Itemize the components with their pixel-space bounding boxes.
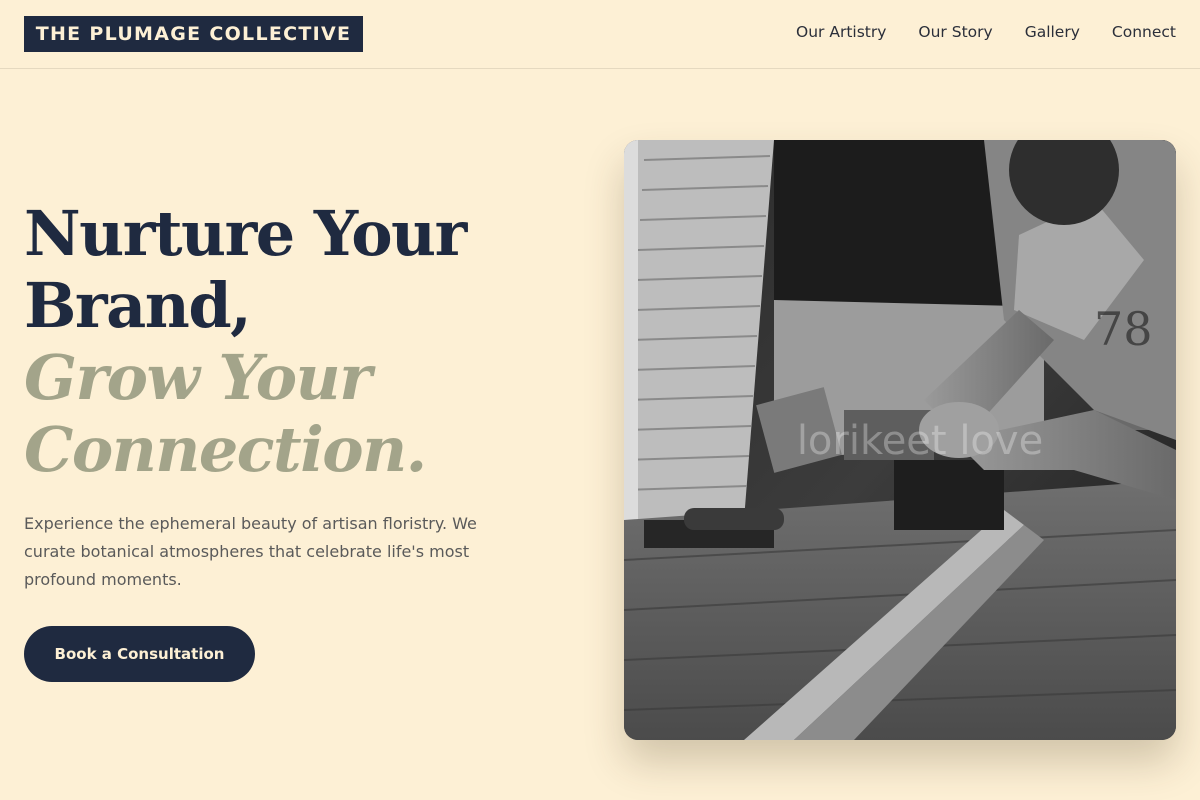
site-header: THE PLUMAGE COLLECTIVE Our Artistry Our … [0, 0, 1200, 69]
headline-line-3: Grow Your [24, 341, 372, 414]
brand-logo[interactable]: THE PLUMAGE COLLECTIVE [24, 16, 363, 52]
main-nav: Our Artistry Our Story Gallery Connect [796, 21, 1176, 43]
headline-line-4: Connection. [24, 413, 427, 486]
nav-link-connect[interactable]: Connect [1112, 21, 1176, 43]
headline-line-2: Brand, [24, 269, 252, 342]
nav-link-gallery[interactable]: Gallery [1025, 21, 1080, 43]
nav-link-our-story[interactable]: Our Story [918, 21, 992, 43]
svg-text:78: 78 [1094, 302, 1153, 356]
hero-headline: Nurture Your Brand, Grow Your Connection… [24, 198, 584, 486]
book-consultation-button[interactable]: Book a Consultation [24, 626, 255, 682]
image-watermark: lorikeet love [796, 418, 1044, 464]
headline-line-1: Nurture Your [24, 197, 467, 270]
hero-image: 78 lorikeet love [624, 140, 1176, 740]
nav-link-our-artistry[interactable]: Our Artistry [796, 21, 886, 43]
hero-description: Experience the ephemeral beauty of artis… [24, 514, 477, 589]
